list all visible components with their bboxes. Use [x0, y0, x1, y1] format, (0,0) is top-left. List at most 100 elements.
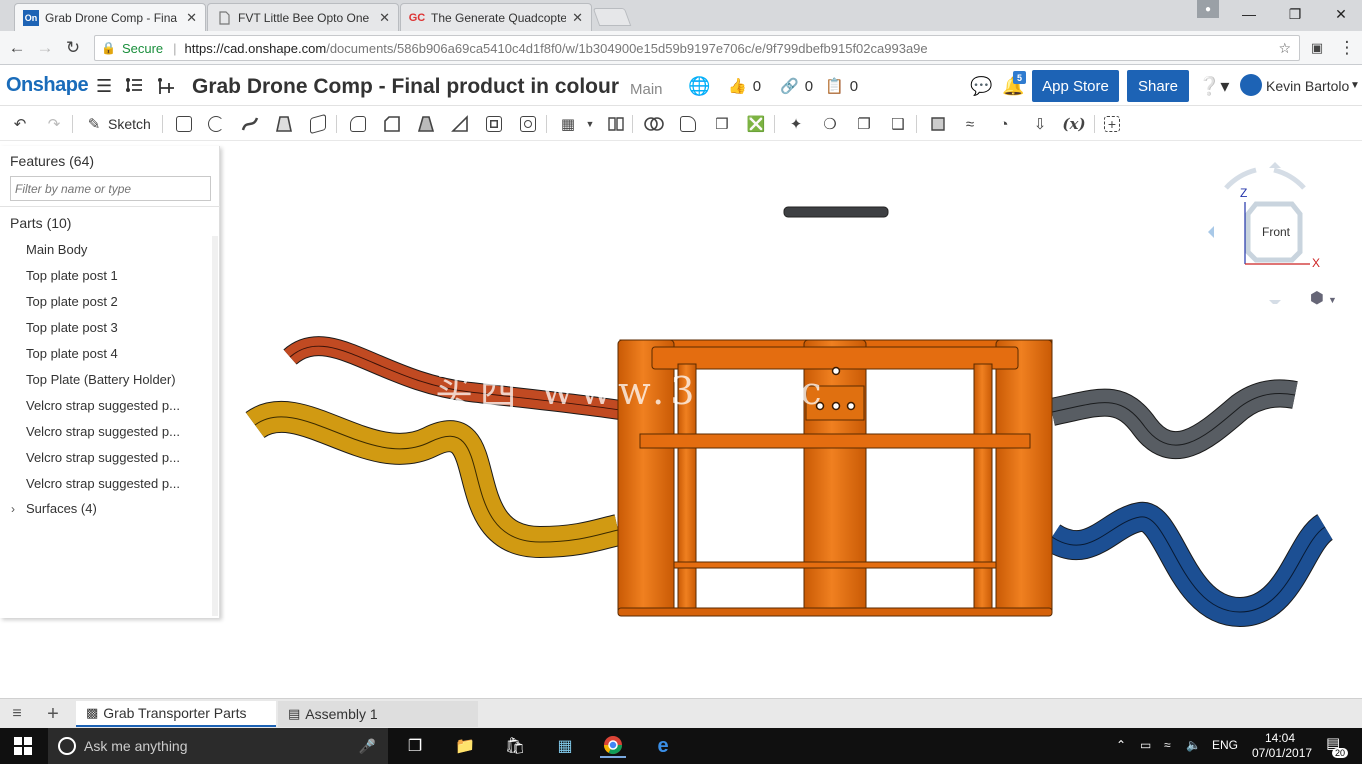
velcro-strap-blue[interactable]: [1043, 502, 1335, 628]
redo-icon[interactable]: ↷: [44, 114, 64, 134]
tab-grab-transporter-parts[interactable]: ▩ Grab Transporter Parts: [76, 701, 276, 727]
share-button[interactable]: Share: [1127, 70, 1189, 102]
add-tab-icon[interactable]: +: [40, 702, 66, 726]
view-mode-cube-icon[interactable]: ⬢ ▼: [1310, 288, 1337, 308]
minimize-icon[interactable]: —: [1226, 0, 1272, 28]
insert-icon[interactable]: [156, 76, 176, 101]
features-heading[interactable]: Features (64): [10, 153, 94, 169]
extrude-icon[interactable]: [174, 114, 194, 134]
shell-icon[interactable]: [484, 114, 504, 134]
transform-icon[interactable]: ❒: [712, 114, 732, 134]
app-icon[interactable]: ▦: [552, 734, 578, 758]
part-item[interactable]: Top Plate (Battery Holder): [26, 372, 176, 387]
fillet-icon[interactable]: [348, 114, 368, 134]
onshape-logo[interactable]: Onshape: [6, 74, 89, 97]
task-view-icon[interactable]: ❐: [402, 734, 428, 758]
file-explorer-icon[interactable]: 📁: [452, 734, 478, 758]
cortana-search-input[interactable]: Ask me anything 🎤: [48, 728, 388, 764]
back-icon[interactable]: ←: [6, 37, 28, 59]
boolean-icon[interactable]: [644, 114, 664, 134]
user-name[interactable]: Kevin Bartolo: [1266, 78, 1349, 94]
surfaces-group[interactable]: Surfaces (4): [26, 501, 97, 516]
pattern-icon[interactable]: ▦: [558, 114, 578, 134]
volume-icon[interactable]: 🔈: [1186, 738, 1201, 752]
loft-icon[interactable]: [274, 114, 294, 134]
battery-icon[interactable]: ▭: [1140, 738, 1151, 752]
helix-icon[interactable]: ≈: [960, 114, 980, 134]
part-item[interactable]: Velcro strap suggested p...: [26, 424, 180, 439]
tab-assembly-1[interactable]: ▤ Assembly 1: [278, 701, 478, 727]
chevron-right-icon[interactable]: ›: [11, 502, 15, 516]
show-hidden-icons[interactable]: ⌃: [1116, 738, 1126, 752]
parts-heading[interactable]: Parts (10): [10, 215, 71, 231]
language-indicator[interactable]: ENG: [1212, 738, 1238, 752]
split-icon[interactable]: [678, 114, 698, 134]
part-item[interactable]: Velcro strap suggested p...: [26, 398, 180, 413]
avatar[interactable]: [1240, 74, 1262, 96]
browser-tab-onshape[interactable]: On Grab Drone Comp - Fina ✕: [14, 3, 206, 31]
graphics-viewport[interactable]: 买西 www.3 l x.c Front Z X ⬢ ▼: [220, 142, 1362, 698]
sweep-icon[interactable]: [240, 114, 260, 134]
part-item[interactable]: Top plate post 3: [26, 320, 118, 335]
chamfer-icon[interactable]: [382, 114, 402, 134]
version-history-icon[interactable]: [124, 76, 144, 101]
like-counter[interactable]: 👍 0: [728, 77, 761, 96]
new-tab-button[interactable]: [592, 8, 632, 26]
store-icon[interactable]: 🛍: [502, 734, 528, 758]
replace-face-icon[interactable]: ❑: [888, 114, 908, 134]
sketch-pencil-icon[interactable]: ✎: [84, 114, 104, 134]
revolve-icon[interactable]: [206, 114, 226, 134]
part-item[interactable]: Main Body: [26, 242, 87, 257]
chevron-down-icon[interactable]: ▼: [1350, 80, 1360, 91]
chrome-icon[interactable]: [600, 734, 626, 758]
app-store-button[interactable]: App Store: [1032, 70, 1119, 102]
view-cube[interactable]: Front Z X: [1200, 154, 1345, 306]
view-cube-front-face[interactable]: Front: [1262, 225, 1290, 239]
model-render[interactable]: [220, 142, 1362, 698]
close-icon[interactable]: ✕: [186, 10, 197, 26]
feature-filter-input[interactable]: [10, 176, 211, 201]
document-title[interactable]: Grab Drone Comp - Final product in colou…: [192, 75, 619, 99]
chevron-down-icon[interactable]: ▼: [580, 114, 600, 134]
mate-connector-icon[interactable]: ◔: [994, 114, 1014, 134]
thicken-icon[interactable]: [308, 113, 328, 135]
close-icon[interactable]: ✕: [572, 10, 583, 26]
move-face-icon[interactable]: ❐: [854, 114, 874, 134]
wifi-icon[interactable]: ≈: [1164, 738, 1171, 752]
windows-start-icon[interactable]: [10, 734, 36, 758]
microphone-icon[interactable]: 🎤: [359, 738, 376, 755]
browser-tab-quadcopter[interactable]: GC The Generate Quadcopte ✕: [400, 3, 592, 31]
url-input[interactable]: 🔒 Secure | https://cad.onshape.com/docum…: [94, 35, 1300, 61]
velcro-strap-grey[interactable]: [1049, 379, 1298, 460]
copy-counter[interactable]: 📋 0: [825, 77, 858, 96]
forward-icon[interactable]: →: [34, 37, 56, 59]
link-counter[interactable]: 🔗 0: [780, 77, 813, 96]
reload-icon[interactable]: ↻: [62, 37, 84, 59]
draft-icon[interactable]: [416, 114, 436, 134]
part-item[interactable]: Velcro strap suggested p...: [26, 476, 180, 491]
browser-menu-icon[interactable]: ⋮: [1336, 37, 1358, 59]
system-clock[interactable]: 14:04 07/01/2017: [1252, 731, 1312, 761]
mirror-icon[interactable]: [606, 114, 626, 134]
plane-icon[interactable]: [928, 114, 948, 134]
tab-manager-icon[interactable]: ≡: [4, 702, 30, 726]
velcro-strap-yellow[interactable]: [245, 400, 622, 559]
extension-icon[interactable]: ▣: [1306, 37, 1328, 59]
feature-panel-scrollbar[interactable]: [212, 236, 218, 616]
window-close-icon[interactable]: ✕: [1318, 0, 1362, 28]
comments-icon[interactable]: 💬: [970, 76, 992, 97]
close-icon[interactable]: ✕: [379, 10, 390, 26]
restore-icon[interactable]: ❐: [1272, 0, 1318, 28]
help-icon[interactable]: ❔▾: [1198, 76, 1229, 97]
modify-fillet-icon[interactable]: ✦: [786, 114, 806, 134]
variable-icon[interactable]: (x): [1060, 114, 1088, 134]
part-item[interactable]: Top plate post 2: [26, 294, 118, 309]
part-item[interactable]: Top plate post 4: [26, 346, 118, 361]
part-item[interactable]: Velcro strap suggested p...: [26, 450, 180, 465]
add-custom-feature-icon[interactable]: +: [1102, 114, 1122, 134]
globe-icon[interactable]: 🌐: [688, 76, 710, 97]
browser-tab-fvt[interactable]: FVT Little Bee Opto One ✕: [207, 3, 399, 31]
top-plate-part[interactable]: [783, 206, 889, 218]
profile-icon[interactable]: ●: [1197, 0, 1219, 18]
hole-icon[interactable]: [518, 114, 538, 134]
